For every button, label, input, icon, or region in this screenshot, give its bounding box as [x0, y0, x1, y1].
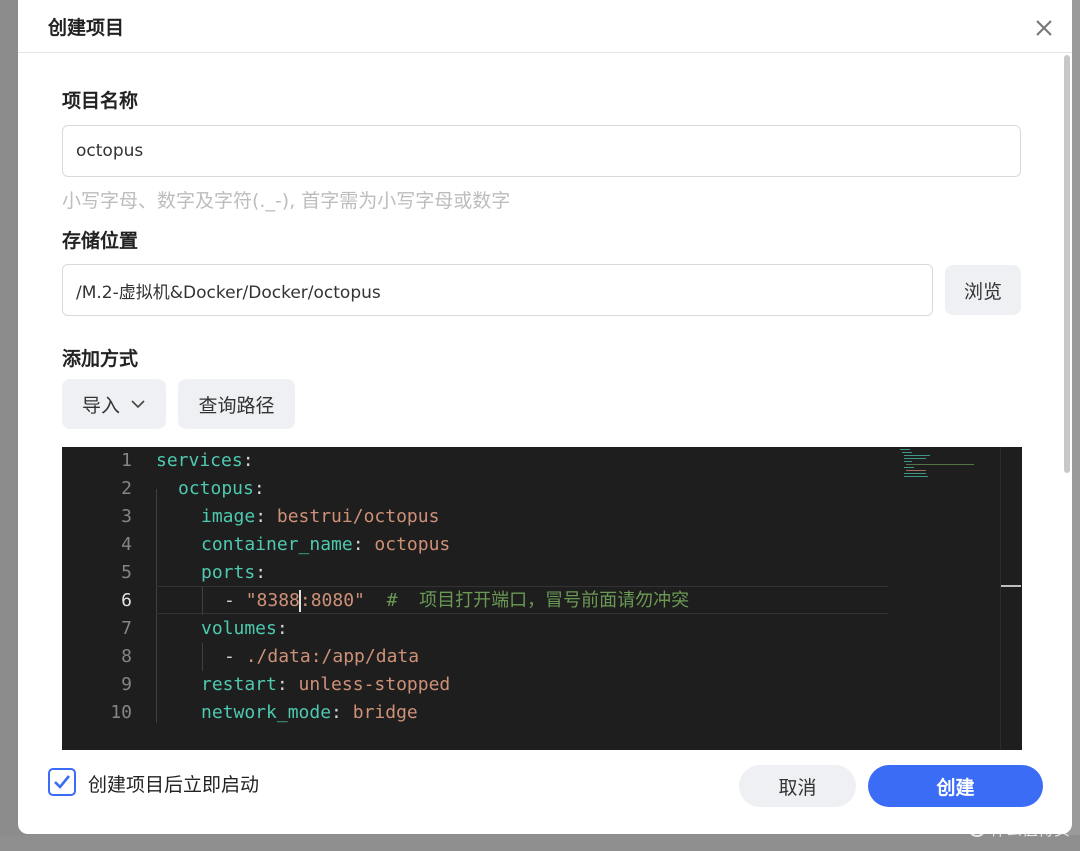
cancel-button[interactable]: 取消 — [739, 765, 856, 807]
autostart-checkbox[interactable] — [48, 768, 76, 796]
create-project-dialog: 创建项目 项目名称 小写字母、数字及字符(._-), 首字需为小写字母或数字 存… — [18, 0, 1072, 834]
project-name-input[interactable] — [62, 125, 1021, 177]
close-button[interactable] — [1030, 14, 1058, 42]
project-name-hint: 小写字母、数字及字符(._-), 首字需为小写字母或数字 — [62, 190, 511, 212]
code-text: network_mode: bridge — [201, 702, 418, 723]
code-text: - ./data:/app/data — [224, 646, 420, 667]
code-text: image: bestrui/octopus — [201, 506, 440, 527]
dialog-title: 创建项目 — [48, 17, 125, 39]
code-line: 4 container_name: octopus — [62, 531, 1022, 559]
storage-location-label: 存储位置 — [62, 230, 139, 252]
create-button[interactable]: 创建 — [868, 765, 1043, 807]
line-number: 2 — [121, 478, 132, 499]
import-dropdown-label: 导入 — [81, 394, 120, 417]
line-number: 8 — [121, 646, 132, 667]
project-name-label: 项目名称 — [62, 90, 139, 112]
line-number: 5 — [121, 562, 132, 583]
code-line: 9 restart: unless-stopped — [62, 671, 1022, 699]
code-line: 8 - ./data:/app/data — [62, 643, 1022, 671]
line-number: 7 — [121, 618, 132, 639]
code-text: ports: — [201, 562, 267, 583]
code-text: container_name: octopus — [201, 534, 451, 555]
query-path-label: 查询路径 — [198, 394, 275, 417]
background-bottom — [0, 835, 1080, 851]
storage-location-input[interactable] — [62, 264, 933, 316]
code-line-active: 6 - "8388:8080" # 项目打开端口，冒号前面请勿冲突 — [62, 587, 1022, 615]
code-text: volumes: — [201, 618, 288, 639]
code-text: - "8388:8080" # 项目打开端口，冒号前面请勿冲突 — [224, 590, 690, 612]
code-line: 2 octopus: — [62, 475, 1022, 503]
import-dropdown[interactable]: 导入 — [62, 379, 166, 429]
line-number: 10 — [110, 702, 132, 723]
dialog-scroll-thumb[interactable] — [1064, 55, 1070, 473]
autostart-label[interactable]: 创建项目后立即启动 — [88, 770, 259, 797]
query-path-button[interactable]: 查询路径 — [178, 379, 295, 429]
add-method-label: 添加方式 — [62, 348, 139, 370]
browse-button-label: 浏览 — [963, 280, 1002, 303]
dialog-scrollbar[interactable] — [1062, 53, 1072, 473]
code-line: 1 services: — [62, 447, 1022, 475]
checkmark-icon — [54, 775, 71, 789]
compose-code-editor[interactable]: 1 services: 2 octopus: 3 image: bestrui/… — [62, 447, 1022, 750]
code-line: 10 network_mode: bridge — [62, 699, 1022, 727]
line-number: 1 — [121, 450, 132, 471]
line-number: 3 — [121, 506, 132, 527]
code-text: restart: unless-stopped — [201, 674, 451, 695]
line-number: 6 — [121, 590, 132, 611]
code-line: 3 image: bestrui/octopus — [62, 503, 1022, 531]
code-line: 7 volumes: — [62, 615, 1022, 643]
code-text: services: — [156, 450, 254, 471]
browse-button[interactable]: 浏览 — [945, 265, 1021, 315]
dialog-header: 创建项目 — [18, 0, 1072, 53]
close-icon — [1036, 20, 1052, 36]
code-text: octopus: — [178, 478, 265, 499]
line-number: 9 — [121, 674, 132, 695]
chevron-down-icon — [130, 396, 146, 412]
line-number: 4 — [121, 534, 132, 555]
code-line: 5 ports: — [62, 559, 1022, 587]
